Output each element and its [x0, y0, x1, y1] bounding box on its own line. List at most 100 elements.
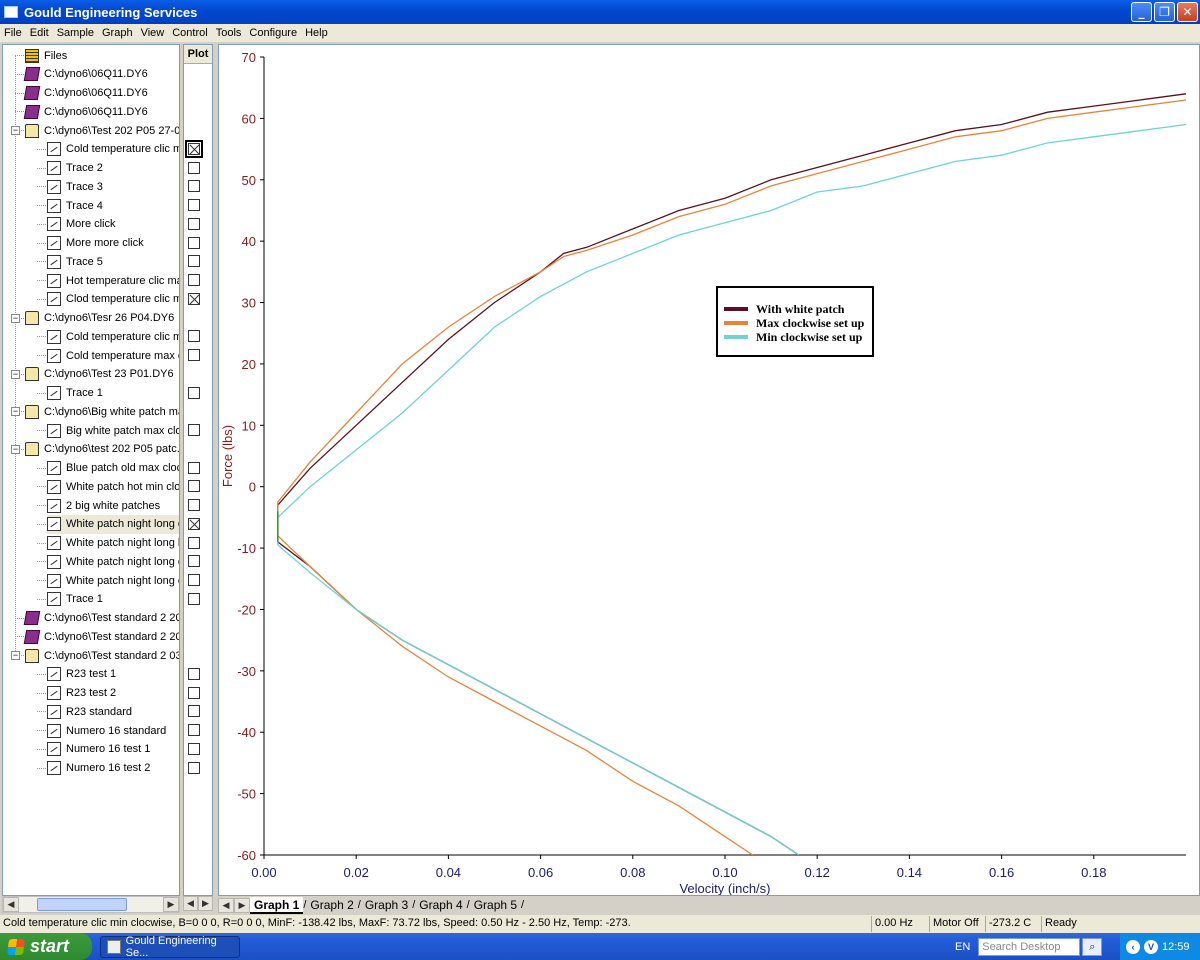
tree-file-node[interactable]: C:\dyno6\Test standard 2 20: [23, 609, 179, 628]
menu-control[interactable]: Control: [168, 27, 211, 39]
tree-trace-node[interactable]: White patch night long c: [47, 514, 179, 534]
tree-trace-node[interactable]: Trace 4: [47, 196, 103, 215]
tab-scroll-left-icon[interactable]: ◀: [218, 897, 234, 913]
menu-tools[interactable]: Tools: [212, 27, 246, 39]
start-button[interactable]: start: [0, 933, 92, 960]
menu-graph[interactable]: Graph: [98, 27, 137, 39]
scroll-left-icon[interactable]: ◀: [3, 897, 19, 912]
tree-trace-node[interactable]: Hot temperature clic max: [47, 271, 179, 290]
plot-checkbox[interactable]: [188, 236, 200, 249]
plot-checkbox[interactable]: [188, 724, 200, 736]
plot-checkbox[interactable]: [188, 424, 200, 436]
plot-checkbox[interactable]: [188, 199, 200, 211]
tree-horizontal-scrollbar[interactable]: ◀ ▶: [2, 896, 180, 913]
tree-trace-node[interactable]: Cold temperature clic mir: [47, 327, 179, 346]
tree-file-node[interactable]: C:\dyno6\06Q11.DY6: [23, 84, 148, 103]
scroll-left-icon[interactable]: ◀: [183, 896, 198, 911]
tree-trace-node[interactable]: White patch night long c: [47, 552, 179, 571]
collapse-icon[interactable]: −: [11, 444, 20, 454]
taskbar-app-button[interactable]: Gould Engineering Se...: [100, 935, 240, 959]
file-tree[interactable]: Files C:\dyno6\06Q11.DY6 C:\dyno6\06Q11.DY…: [2, 44, 180, 896]
menu-view[interactable]: View: [137, 27, 169, 39]
plot-checkbox[interactable]: [188, 517, 200, 530]
minimize-button[interactable]: _: [1131, 2, 1152, 22]
tree-file-node[interactable]: C:\dyno6\Test 202 P05 27-09: [25, 121, 179, 140]
close-button[interactable]: ✕: [1177, 2, 1198, 22]
plot-checkbox[interactable]: [188, 574, 200, 586]
collapse-icon[interactable]: −: [11, 313, 20, 323]
plot-checkbox[interactable]: [188, 686, 200, 699]
tree-trace-node[interactable]: Cold temperature clic min: [47, 140, 179, 159]
tree-trace-node[interactable]: Blue patch old max clock: [47, 459, 179, 478]
language-indicator[interactable]: EN: [955, 941, 970, 953]
plot-checkbox[interactable]: [188, 161, 200, 174]
tree-trace-node[interactable]: Trace 5: [47, 252, 103, 271]
tab-graph-2[interactable]: Graph 2: [306, 897, 357, 914]
tray-arrow-icon[interactable]: ‹: [1126, 939, 1140, 954]
plot-checkbox[interactable]: [188, 499, 200, 511]
collapse-icon[interactable]: −: [11, 126, 20, 135]
plot-checkbox[interactable]: [188, 274, 200, 286]
tree-trace-node[interactable]: White patch hot min cloc: [47, 477, 179, 496]
tree-trace-node[interactable]: Trace 1: [47, 384, 103, 403]
tab-graph-4[interactable]: Graph 4: [415, 897, 466, 914]
menu-sample[interactable]: Sample: [53, 27, 98, 39]
menu-file[interactable]: File: [0, 27, 26, 39]
tree-trace-node[interactable]: Trace 2: [47, 159, 103, 178]
plot-checkbox[interactable]: [188, 330, 200, 343]
plot-checkbox[interactable]: [188, 705, 200, 718]
tree-trace-node[interactable]: Big white patch max cloc: [47, 421, 179, 440]
tree-trace-node[interactable]: 2 big white patches: [47, 496, 160, 515]
plot-checkbox[interactable]: [188, 667, 200, 680]
tree-trace-node[interactable]: Numero 16 test 2: [47, 759, 150, 778]
tab-graph-3[interactable]: Graph 3: [361, 897, 412, 914]
tab-graph-1[interactable]: Graph 1: [250, 896, 304, 914]
tree-trace-node[interactable]: Numero 16 standard: [47, 721, 166, 740]
plot-checkbox[interactable]: [185, 139, 203, 158]
force-velocity-chart[interactable]: 70 60 50 40 30 20 10 0 -10 -20 -30 -40 -50 -60 0.00 0.0…: [219, 45, 1199, 895]
search-icon[interactable]: ⌕: [1082, 937, 1103, 956]
tree-file-node[interactable]: Files: [25, 46, 67, 65]
tree-file-node[interactable]: C:\dyno6\Tesr 26 P04.DY6: [25, 309, 174, 328]
tree-trace-node[interactable]: Trace 1: [47, 590, 103, 609]
graph-area[interactable]: 70 60 50 40 30 20 10 0 -10 -20 -30 -40 -50 -60 0.00 0.0…: [218, 44, 1200, 896]
plot-checkbox[interactable]: [188, 742, 200, 755]
plot-checkbox[interactable]: [188, 255, 200, 268]
plot-checkbox[interactable]: [188, 555, 200, 568]
tree-trace-node[interactable]: More click: [47, 215, 116, 234]
plot-checkbox[interactable]: [188, 761, 200, 774]
plot-checkbox[interactable]: [188, 592, 200, 605]
restore-button[interactable]: ❐: [1154, 2, 1175, 22]
plot-checkbox[interactable]: [188, 349, 200, 361]
tree-file-node[interactable]: C:\dyno6\Test standard 2 03: [25, 646, 179, 665]
scroll-track[interactable]: [19, 897, 163, 912]
tree-file-node[interactable]: C:\dyno6\Test standard 2 20: [23, 627, 179, 646]
tree-trace-node[interactable]: Clod temperature clic ma: [47, 290, 179, 309]
plot-checkbox[interactable]: [188, 386, 200, 399]
tree-trace-node[interactable]: White patch night long c: [47, 571, 179, 590]
tree-file-node[interactable]: C:\dyno6\test 202 P05 patc.I: [25, 440, 179, 459]
tree-trace-node[interactable]: Trace 3: [47, 177, 103, 196]
tree-file-node[interactable]: C:\dyno6\Test 23 P01.DY6: [25, 365, 174, 384]
plot-checkbox[interactable]: [188, 180, 200, 193]
tree-trace-node[interactable]: R23 standard: [47, 702, 132, 721]
tree-trace-node[interactable]: R23 test 2: [47, 684, 116, 703]
plot-checkbox[interactable]: [188, 292, 200, 305]
scroll-right-icon[interactable]: ▶: [163, 897, 179, 912]
tree-file-node[interactable]: C:\dyno6\06Q11.DY6: [23, 102, 148, 121]
tree-file-node[interactable]: C:\dyno6\06Q11.DY6: [23, 65, 148, 84]
search-desktop-input[interactable]: Search Desktop: [978, 937, 1081, 956]
scroll-right-icon[interactable]: ▶: [198, 896, 213, 911]
tab-scroll-right-icon[interactable]: ▶: [234, 897, 250, 913]
tree-trace-node[interactable]: White patch night long h: [47, 534, 179, 553]
tree-file-node[interactable]: C:\dyno6\Big white patch ma: [25, 402, 179, 421]
tree-trace-node[interactable]: R23 test 1: [47, 665, 116, 684]
menu-edit[interactable]: Edit: [26, 27, 53, 39]
scroll-thumb[interactable]: [37, 898, 127, 911]
menu-help[interactable]: Help: [301, 27, 332, 39]
collapse-icon[interactable]: −: [11, 651, 20, 660]
plot-checkbox[interactable]: [188, 217, 200, 230]
plot-checkbox[interactable]: [188, 461, 200, 474]
tab-graph-5[interactable]: Graph 5: [470, 897, 521, 914]
menu-configure[interactable]: Configure: [245, 27, 301, 39]
